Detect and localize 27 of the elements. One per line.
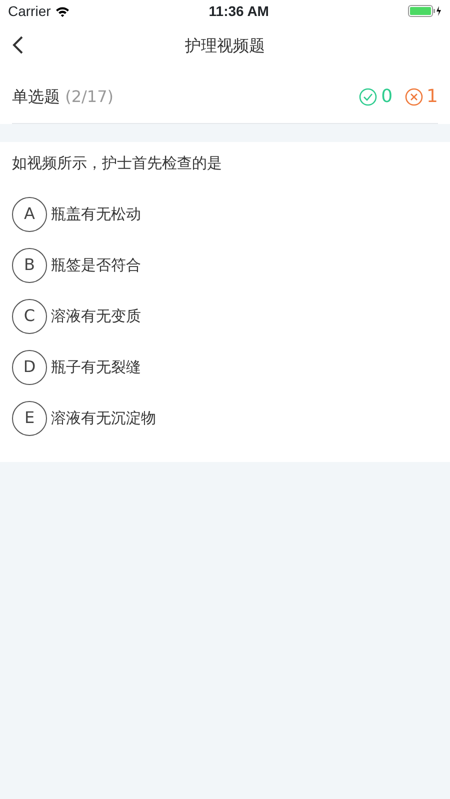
option-letter: E — [12, 400, 47, 436]
page-title: 护理视频题 — [185, 35, 265, 57]
option-letter: C — [12, 298, 47, 334]
option-text: 瓶签是否符合 — [51, 254, 141, 276]
cross-circle-icon — [404, 88, 423, 106]
option-letter: D — [12, 350, 47, 384]
wrong-count: 1 — [426, 85, 438, 109]
option-letter: A — [12, 196, 47, 232]
back-icon[interactable] — [12, 35, 24, 55]
carrier-label: Carrier — [8, 2, 51, 20]
wifi-icon — [54, 6, 70, 16]
option-letter: B — [12, 248, 47, 282]
correct-count: 0 — [381, 85, 393, 109]
check-circle-icon — [359, 88, 378, 106]
answer-option[interactable]: D 瓶子有无裂缝 — [12, 342, 438, 392]
answer-option[interactable]: A 瓶盖有无松动 — [12, 188, 438, 240]
option-text: 瓶子有无裂缝 — [51, 356, 141, 378]
answer-option[interactable]: B 瓶签是否符合 — [12, 240, 438, 290]
question-type: 单选题 (2/17) — [12, 86, 114, 108]
clock-time: 11:36 AM — [208, 2, 269, 20]
option-text: 瓶盖有无松动 — [51, 204, 141, 225]
option-text: 溶液有无沉淀物 — [51, 408, 156, 429]
option-text: 溶液有无变质 — [51, 306, 141, 327]
battery-icon — [408, 5, 442, 17]
answer-option[interactable]: C 溶液有无变质 — [12, 290, 438, 342]
question-text: 如视频所示，护士首先检查的是 — [12, 153, 223, 174]
answer-option[interactable]: E 溶液有无沉淀物 — [12, 392, 438, 444]
